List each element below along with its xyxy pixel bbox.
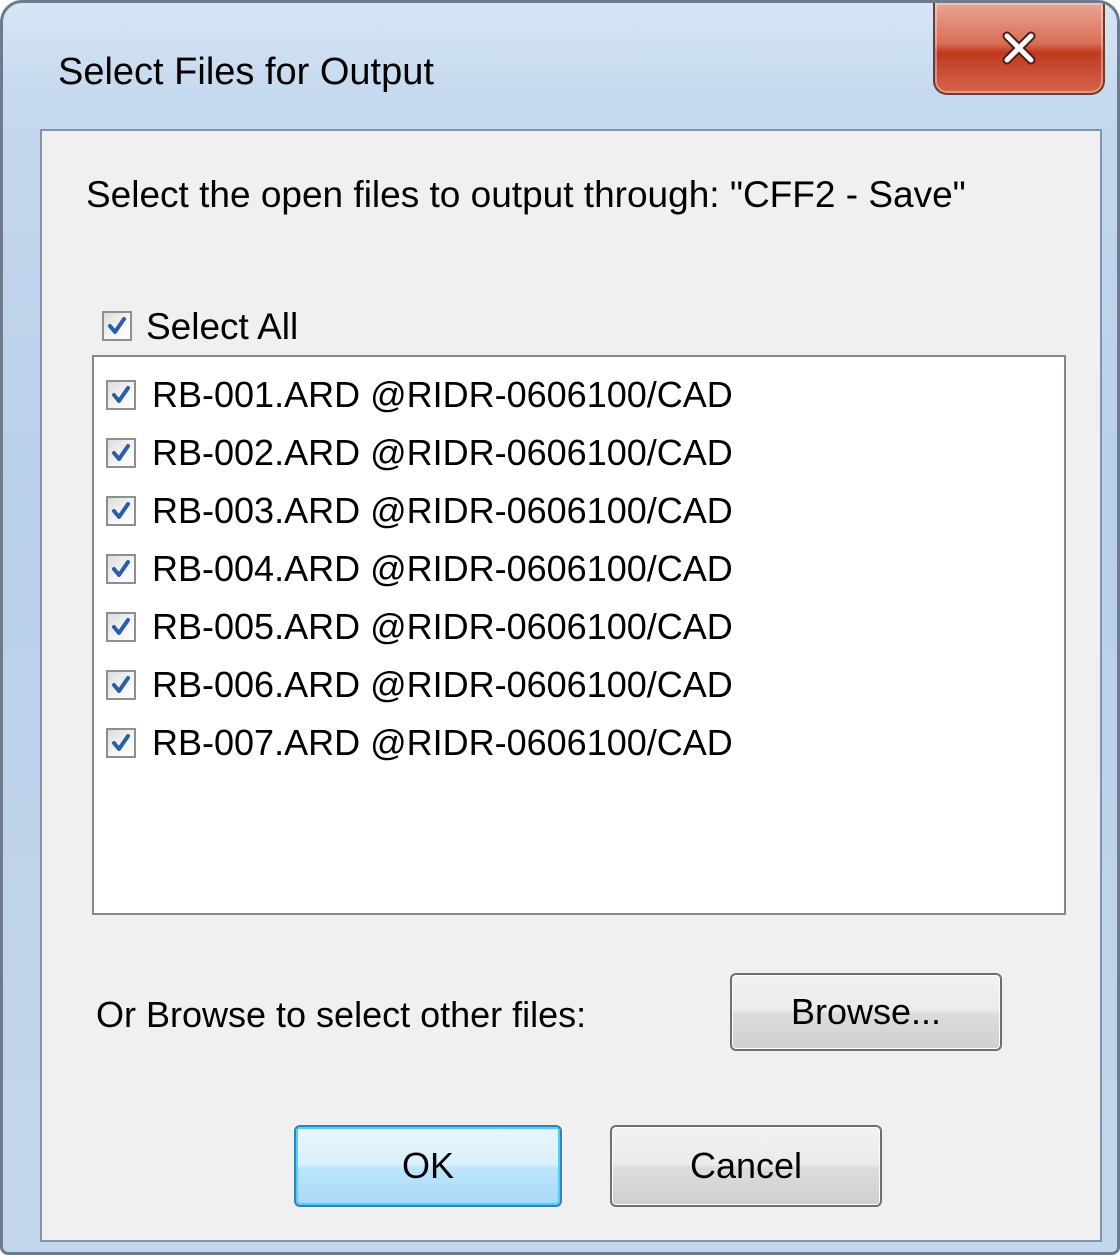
file-checkbox[interactable] xyxy=(106,496,136,526)
file-label[interactable]: RB-007.ARD @RIDR-0606100/CAD xyxy=(152,717,733,769)
close-button[interactable] xyxy=(933,3,1105,95)
check-icon xyxy=(112,386,130,403)
cancel-button[interactable]: Cancel xyxy=(610,1125,882,1207)
file-checkbox[interactable] xyxy=(106,554,136,584)
file-label[interactable]: RB-002.ARD @RIDR-0606100/CAD xyxy=(152,427,733,479)
file-checkbox[interactable] xyxy=(106,612,136,642)
browse-button[interactable]: Browse... xyxy=(730,973,1002,1051)
file-label[interactable]: RB-004.ARD @RIDR-0606100/CAD xyxy=(152,543,733,595)
prompt-text: Select the open files to output through:… xyxy=(86,174,966,215)
file-checkbox[interactable] xyxy=(106,670,136,700)
file-label[interactable]: RB-006.ARD @RIDR-0606100/CAD xyxy=(152,659,733,711)
check-icon xyxy=(112,734,130,751)
check-icon xyxy=(112,444,130,461)
close-x-icon xyxy=(1002,31,1036,65)
check-icon xyxy=(112,618,130,635)
file-label[interactable]: RB-001.ARD @RIDR-0606100/CAD xyxy=(152,369,733,421)
dialog-window: Select Files for Output Select the open … xyxy=(0,0,1120,1255)
ok-button[interactable]: OK xyxy=(294,1125,562,1207)
check-icon xyxy=(112,560,130,577)
check-icon xyxy=(112,676,130,693)
browse-hint-text: Or Browse to select other files: xyxy=(96,994,587,1035)
file-checkbox[interactable] xyxy=(106,380,136,410)
check-icon xyxy=(108,317,126,334)
file-label[interactable]: RB-003.ARD @RIDR-0606100/CAD xyxy=(152,485,733,537)
check-icon xyxy=(112,502,130,519)
select-all-checkbox[interactable] xyxy=(102,311,132,341)
file-list[interactable]: RB-001.ARD @RIDR-0606100/CAD RB-002.ARD … xyxy=(92,355,1066,915)
dialog-body: Select the open files to output through:… xyxy=(40,129,1102,1242)
file-checkbox[interactable] xyxy=(106,438,136,468)
title-bar[interactable]: Select Files for Output xyxy=(3,3,1117,121)
file-label[interactable]: RB-005.ARD @RIDR-0606100/CAD xyxy=(152,601,733,653)
file-checkbox[interactable] xyxy=(106,728,136,758)
select-all-label[interactable]: Select All xyxy=(146,305,298,349)
window-title: Select Files for Output xyxy=(58,51,434,93)
